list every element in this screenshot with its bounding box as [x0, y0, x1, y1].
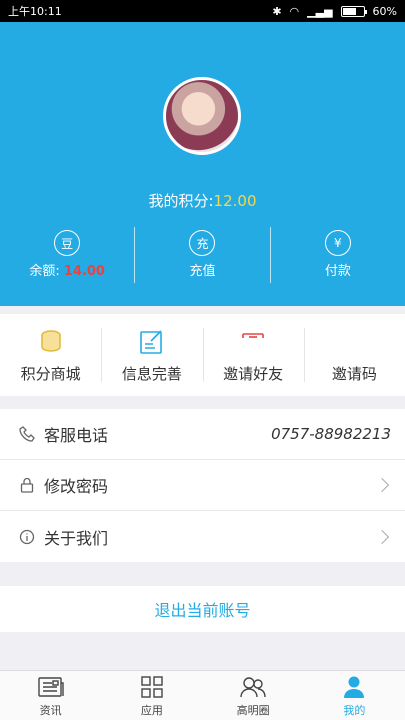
about-us-label: 关于我们: [44, 528, 109, 548]
points-label: 我的积分:: [148, 192, 214, 210]
menu-points-mall-label: 积分商城: [20, 364, 81, 383]
lock-icon: [18, 477, 36, 493]
menu-grid: 积分商城 信息完善 邀请好友 邀请码: [0, 314, 405, 396]
customer-service-phone[interactable]: 0757-88982213: [271, 425, 391, 443]
payment-label: 付款: [324, 264, 351, 279]
tab-mine[interactable]: 我的: [304, 671, 405, 720]
menu-invite-code-label: 邀请码: [331, 364, 377, 383]
tab-news-label: 资讯: [39, 703, 62, 717]
news-icon: [37, 674, 65, 700]
change-password-label: 修改密码: [44, 477, 109, 496]
profile-header: 我的积分:12.00 豆 余额: 14.00 充 充值 ¥ 付款: [0, 22, 405, 306]
points-value: 12.00: [213, 192, 257, 210]
chevron-right-icon: [374, 477, 390, 493]
points-line: 我的积分:12.00: [0, 190, 405, 211]
menu-profile-info[interactable]: 信息完善: [101, 314, 202, 396]
signal-icon: ▁▃▅: [307, 4, 333, 18]
change-password-row[interactable]: 修改密码: [0, 460, 405, 511]
tab-mine-label: 我的: [343, 703, 366, 717]
status-time: 上午10:11: [8, 5, 62, 18]
user-icon: [342, 674, 366, 700]
tab-apps-label: 应用: [140, 703, 163, 717]
balance-label: 余额:: [29, 264, 60, 279]
bean-icon: 豆: [54, 230, 81, 256]
recharge-button[interactable]: 充 充值: [134, 227, 269, 283]
about-us-row[interactable]: 关于我们: [0, 511, 405, 562]
customer-service-row[interactable]: 客服电话 0757-88982213: [0, 409, 405, 460]
coins-icon: [39, 327, 63, 357]
menu-invite-friends[interactable]: 邀请好友: [202, 314, 304, 396]
payment-icon: ¥: [324, 230, 351, 256]
stats-row: 豆 余额: 14.00 充 充值 ¥ 付款: [0, 227, 405, 283]
menu-points-mall[interactable]: 积分商城: [0, 314, 101, 396]
bluetooth-icon: ✱: [272, 4, 282, 18]
balance-stat[interactable]: 豆 余额: 14.00: [0, 227, 134, 283]
balance-value: 14.00: [63, 264, 105, 279]
logout-button[interactable]: 退出当前账号: [0, 586, 405, 632]
menu-profile-info-label: 信息完善: [121, 364, 182, 383]
payment-button[interactable]: ¥ 付款: [269, 227, 405, 283]
community-icon: [239, 674, 267, 700]
apps-icon: [140, 674, 164, 700]
info-icon: [18, 529, 36, 545]
menu-invite-friends-label: 邀请好友: [223, 364, 284, 383]
customer-service-label: 客服电话: [44, 426, 109, 445]
battery-percent: 60%: [372, 4, 397, 18]
phone-icon: [18, 426, 36, 442]
invite-icon: [240, 327, 266, 357]
recharge-label: 充值: [189, 264, 216, 279]
menu-invite-code[interactable]: 邀请码: [303, 314, 405, 396]
bottom-tab-bar: 资讯 应用 高明圈 我的: [0, 670, 405, 720]
status-bar: 上午10:11 ✱ ◠ ▁▃▅ 60%: [0, 0, 405, 22]
tab-apps[interactable]: 应用: [101, 671, 202, 720]
settings-list: 客服电话 0757-88982213 修改密码 关于我们: [0, 409, 405, 562]
recharge-icon: 充: [189, 230, 216, 256]
tab-community[interactable]: 高明圈: [203, 671, 304, 720]
edit-info-icon: [139, 327, 165, 357]
battery-icon: [340, 5, 367, 17]
chevron-right-icon: [374, 529, 390, 544]
tab-news[interactable]: 资讯: [0, 671, 101, 720]
tab-community-label: 高明圈: [236, 703, 270, 717]
wifi-icon: ◠: [289, 4, 300, 18]
avatar[interactable]: [163, 77, 241, 155]
